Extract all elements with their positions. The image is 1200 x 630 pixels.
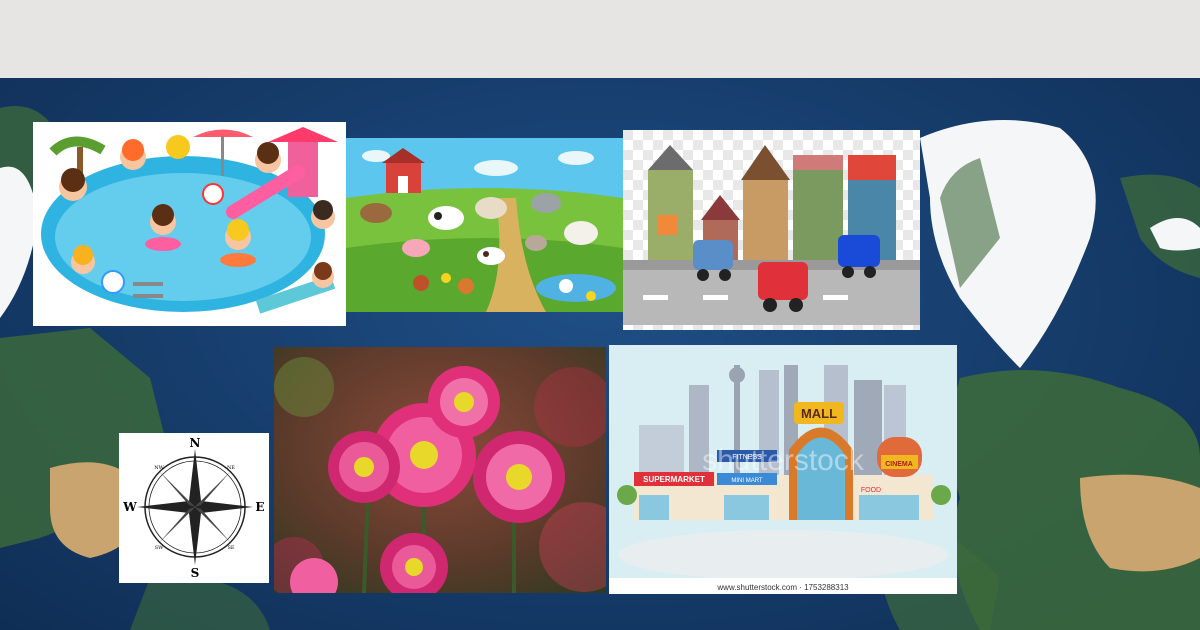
city-mall-icon: SUPERMARKET FITNESS MINI MART MALL CINEM… [609,345,957,594]
compass-east-label: E [255,500,264,514]
farm-animals-icon [346,138,623,312]
top-bar [0,0,1200,78]
town-street-icon [623,130,920,330]
mall-sign: MALL [801,406,837,421]
shutterstock-watermark: shutterstock [702,444,865,477]
cinema-sign: CINEMA [885,461,913,468]
compass-west-label: W [122,500,137,514]
compass-north-label: N [190,436,201,450]
shutterstock-credit: www.shutterstock.com · 1753288313 [716,583,849,592]
minimart-sign: MINI MART [731,478,763,484]
swimming-pool-kids-icon [33,122,346,326]
compass-ne-label: NE [227,465,235,471]
food-sign: FOOD [861,487,881,494]
town-street-image[interactable] [623,130,920,330]
compass-image[interactable]: N S E W NE NW SE SW [119,433,269,583]
compass-nw-label: NW [154,465,164,471]
supermarket-sign: SUPERMARKET [643,475,705,484]
flower-photo-image[interactable] [274,347,606,593]
pool-cartoon-image[interactable] [33,122,346,326]
compass-sw-label: SW [155,545,164,551]
compass-south-label: S [191,566,200,580]
compass-se-label: SE [227,545,234,551]
pink-flowers-icon [274,347,606,593]
farm-cartoon-image[interactable] [346,138,623,312]
compass-rose-icon: N S E W NE NW SE SW [119,433,269,583]
mall-city-image[interactable]: SUPERMARKET FITNESS MINI MART MALL CINEM… [609,345,957,594]
